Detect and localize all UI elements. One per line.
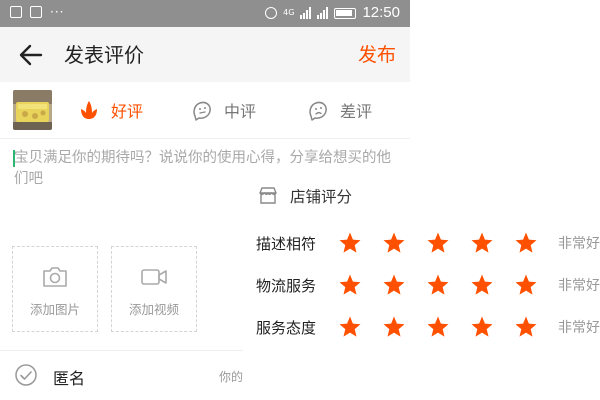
- shop-rating-panel: 店铺评分 描述相符 非常好 物流服务 非常好 服务态度 非常好: [243, 175, 600, 355]
- status-time: 12:50: [362, 4, 400, 21]
- camera-icon: [43, 267, 67, 287]
- star-icon[interactable]: [470, 231, 494, 255]
- rating-row-description: 描述相符 非常好: [256, 230, 600, 256]
- star-icon[interactable]: [470, 315, 494, 339]
- check-circle-icon[interactable]: [14, 363, 38, 387]
- star-rating[interactable]: [338, 315, 538, 339]
- star-rating[interactable]: [338, 273, 538, 297]
- rating-verdict: 非常好: [558, 236, 600, 252]
- shop-rating-header: 店铺评分: [258, 185, 352, 207]
- star-icon[interactable]: [514, 231, 538, 255]
- status-bar: ··· 4G 12:50: [0, 0, 410, 27]
- video-camera-icon: [141, 269, 167, 285]
- flower-icon: [81, 101, 97, 119]
- signal-2-icon: [317, 7, 329, 19]
- back-arrow-icon[interactable]: [18, 42, 44, 68]
- rating-label: 物流服务: [256, 276, 317, 295]
- shop-rating-title: 店铺评分: [290, 188, 353, 206]
- signal-icon: [300, 7, 312, 19]
- more-notifications-icon: ···: [50, 5, 65, 19]
- battery-icon: [334, 7, 357, 19]
- neutral-face-icon: [193, 101, 211, 121]
- page-title: 发表评价: [64, 43, 144, 67]
- star-icon[interactable]: [514, 273, 538, 297]
- store-icon: [259, 187, 277, 204]
- star-icon[interactable]: [514, 315, 538, 339]
- network-type: 4G: [283, 8, 295, 17]
- rating-label: 描述相符: [256, 234, 317, 253]
- alarm-icon: [265, 7, 278, 19]
- publish-button[interactable]: 发布: [358, 41, 396, 69]
- status-icons: 4G 12:50: [265, 4, 400, 22]
- message-icon: [10, 6, 22, 18]
- rating-verdict: 非常好: [558, 320, 600, 336]
- anonymous-label: 匿名: [53, 369, 86, 388]
- title-bar: 发表评价 发布: [0, 27, 410, 82]
- add-video-button[interactable]: 添加视频: [111, 246, 197, 332]
- add-photo-label: 添加图片: [29, 302, 80, 317]
- sad-face-icon: [309, 101, 327, 121]
- star-icon[interactable]: [426, 315, 450, 339]
- rating-row-logistics: 物流服务 非常好: [256, 272, 600, 298]
- star-icon[interactable]: [338, 273, 362, 297]
- rate-bad-option[interactable]: 差评: [306, 82, 372, 138]
- rating-row-service: 服务态度 非常好: [256, 314, 600, 340]
- rating-selector: 好评 中评 差评: [0, 82, 410, 139]
- product-thumbnail: [13, 90, 52, 130]
- star-rating[interactable]: [338, 231, 538, 255]
- rating-label: 服务态度: [256, 318, 317, 337]
- star-icon[interactable]: [426, 231, 450, 255]
- rate-neutral-option[interactable]: 中评: [190, 82, 256, 138]
- star-icon[interactable]: [382, 315, 406, 339]
- star-icon[interactable]: [382, 231, 406, 255]
- star-icon[interactable]: [426, 273, 450, 297]
- news-icon: [30, 6, 42, 18]
- rate-neutral-label: 中评: [224, 102, 257, 121]
- anonymous-row[interactable]: 匿名 你的: [0, 350, 410, 400]
- add-video-label: 添加视频: [128, 302, 179, 317]
- anonymous-note: 你的: [219, 370, 244, 384]
- rate-good-label: 好评: [111, 102, 144, 121]
- add-photo-button[interactable]: 添加图片: [12, 246, 98, 332]
- rate-good-option[interactable]: 好评: [77, 82, 143, 138]
- star-icon[interactable]: [338, 231, 362, 255]
- rate-bad-label: 差评: [340, 102, 373, 121]
- rating-verdict: 非常好: [558, 278, 600, 294]
- star-icon[interactable]: [382, 273, 406, 297]
- star-icon[interactable]: [470, 273, 494, 297]
- notification-icons: ···: [10, 6, 64, 18]
- star-icon[interactable]: [338, 315, 362, 339]
